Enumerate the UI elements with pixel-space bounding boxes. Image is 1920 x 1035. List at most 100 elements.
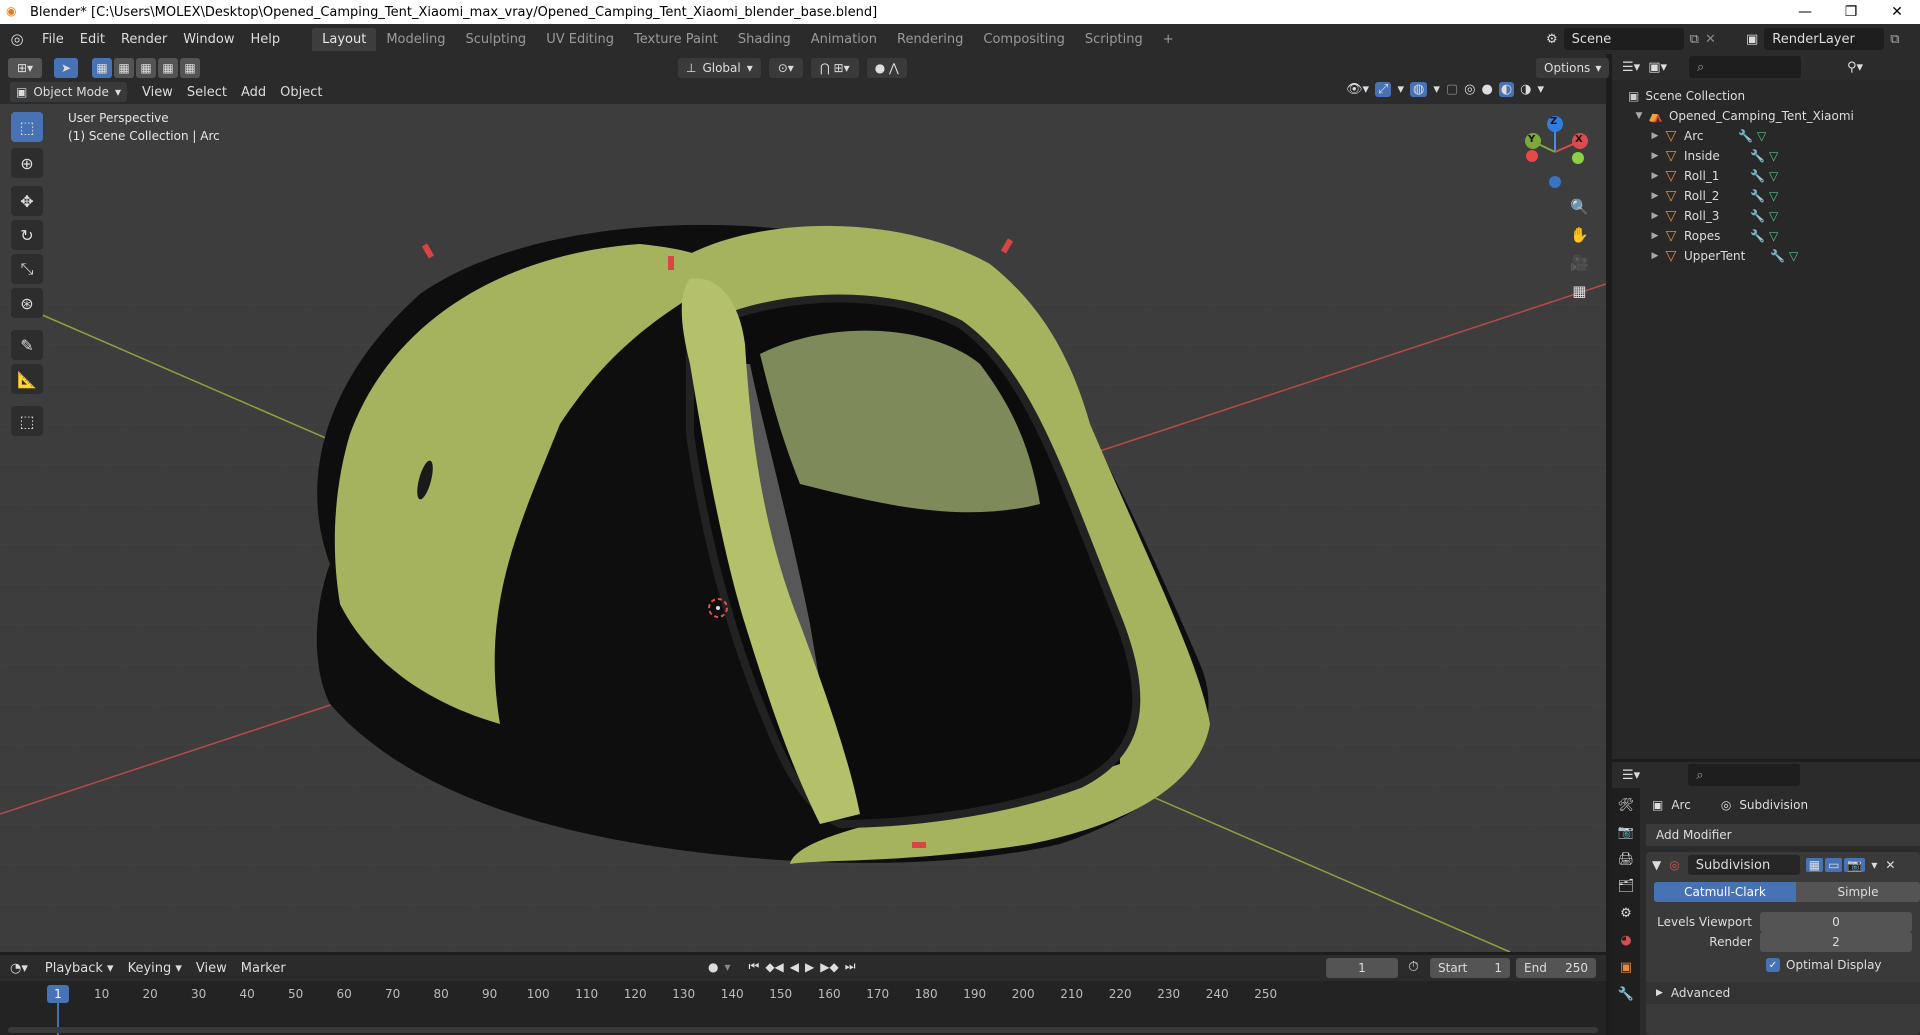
expand-right-icon[interactable]: ▶ — [1648, 151, 1662, 161]
xray-toggle-icon[interactable]: ▢ — [1446, 82, 1458, 97]
tab-scripting[interactable]: Scripting — [1075, 28, 1153, 51]
timeline-editor-icon[interactable]: ◔▾ — [10, 961, 28, 976]
expand-right-icon[interactable]: ▶ — [1648, 211, 1662, 221]
expand-right-icon[interactable]: ▶ — [1648, 131, 1662, 141]
expand-right-icon[interactable]: ▶ — [1648, 251, 1662, 261]
tab-rendering[interactable]: Rendering — [887, 28, 973, 51]
pan-hand-icon[interactable]: ✋ — [1570, 226, 1589, 244]
menu-edit[interactable]: Edit — [72, 32, 113, 47]
outliner-item-inside[interactable]: ▶ ▽ Inside 🔧 ▽ — [1612, 146, 1920, 166]
menu-marker[interactable]: Marker — [234, 961, 293, 976]
jump-start-icon[interactable]: ⏮ — [749, 959, 760, 974]
shading-wireframe-icon[interactable]: ◎ — [1464, 82, 1475, 97]
menu-timeline-view[interactable]: View — [189, 961, 234, 976]
modifier-tab-icon[interactable]: 🔧 — [1618, 987, 1634, 1002]
select-mode-subtract-icon[interactable]: ▦ — [136, 58, 156, 78]
play-icon[interactable]: ▶ — [805, 960, 814, 974]
properties-search-input[interactable]: ⌕ — [1688, 764, 1801, 786]
annotate-tool-icon[interactable]: ✎ — [11, 330, 43, 360]
mesh-data-icon[interactable]: ▽ — [1789, 249, 1798, 263]
display-mode-icon[interactable]: ▣▾ — [1648, 60, 1667, 75]
menu-playback[interactable]: Playback ▾ — [38, 961, 121, 976]
mesh-data-icon[interactable]: ▽ — [1769, 169, 1778, 183]
modifier-wrench-icon[interactable]: 🔧 — [1750, 229, 1765, 243]
menu-render[interactable]: Render — [113, 32, 175, 47]
mesh-data-icon[interactable]: ▽ — [1769, 189, 1778, 203]
tab-texture-paint[interactable]: Texture Paint — [624, 28, 728, 51]
start-frame-field[interactable]: Start 1 — [1430, 958, 1510, 978]
shading-solid-icon[interactable]: ● — [1481, 82, 1492, 97]
tab-layout[interactable]: Layout — [312, 27, 377, 51]
cursor-tool-icon[interactable]: ⊕ — [11, 148, 43, 178]
ortho-grid-icon[interactable]: ▦ — [1572, 282, 1586, 300]
record-icon[interactable]: ● — [708, 960, 718, 974]
outliner-item-roll-2[interactable]: ▶ ▽ Roll_2 🔧 ▽ — [1612, 186, 1920, 206]
expand-right-icon[interactable]: ▶ — [1648, 231, 1662, 241]
collapse-chevron-icon[interactable]: ▼ — [1652, 858, 1661, 872]
scene-copy-icon[interactable]: ⧉ — [1690, 32, 1699, 47]
close-button[interactable]: ✕ — [1874, 0, 1920, 24]
mesh-data-icon[interactable]: ▽ — [1769, 149, 1778, 163]
select-box-tool-icon[interactable]: ⬚ — [11, 112, 43, 142]
mesh-data-icon[interactable]: ▽ — [1757, 129, 1766, 143]
outliner-row-scene-collection[interactable]: ▣ Scene Collection — [1612, 86, 1920, 106]
move-tool-icon[interactable]: ✥ — [11, 186, 43, 216]
3d-viewport[interactable]: ⬚ ⊕ ✥ ↻ ⤡ ⊛ ✎ 📐 ⬚ User Perspective (1) S… — [0, 104, 1606, 952]
gizmo-toggle-icon[interactable]: ⤢ — [1375, 82, 1392, 97]
tab-simple[interactable]: Simple — [1796, 882, 1920, 902]
output-tab-icon[interactable]: 🖨 — [1618, 852, 1635, 867]
outliner-row-collection[interactable]: ▼ ⛺ Opened_Camping_Tent_Xiaomi — [1612, 106, 1920, 126]
next-keyframe-icon[interactable]: ▶◆ — [820, 960, 838, 974]
rotate-tool-icon[interactable]: ↻ — [11, 220, 43, 250]
select-mode-invert-icon[interactable]: ▦ — [158, 58, 178, 78]
filter-icon[interactable]: ⚲▾ — [1847, 60, 1863, 75]
outliner-item-uppertent[interactable]: ▶ ▽ UpperTent 🔧 ▽ — [1612, 246, 1920, 266]
select-mode-new-icon[interactable]: ▦ — [92, 58, 112, 78]
shading-material-icon[interactable]: ◐ — [1498, 82, 1515, 97]
object-mode-dropdown[interactable]: ▣ Object Mode ▾ — [10, 82, 127, 102]
overlay-chevron-icon[interactable]: ▾ — [1433, 82, 1440, 97]
modifier-wrench-icon[interactable]: 🔧 — [1750, 209, 1765, 223]
transform-tool-icon[interactable]: ⊛ — [11, 288, 43, 318]
outliner-item-roll-3[interactable]: ▶ ▽ Roll_3 🔧 ▽ — [1612, 206, 1920, 226]
play-reverse-icon[interactable]: ◀ — [790, 960, 799, 974]
snap-button[interactable]: ⋂ ⊞▾ — [810, 58, 859, 78]
expand-right-icon[interactable]: ▶ — [1648, 191, 1662, 201]
shading-chevron-icon[interactable]: ▾ — [1538, 82, 1545, 97]
render-layer-copy-icon[interactable]: ⧉ — [1890, 32, 1899, 47]
add-cube-tool-icon[interactable]: ⬚ — [11, 406, 43, 436]
add-modifier-button[interactable]: Add Modifier — [1646, 824, 1920, 846]
measure-tool-icon[interactable]: 📐 — [11, 364, 43, 394]
proportional-edit-button[interactable]: ● ⋀ — [866, 58, 907, 78]
delete-modifier-icon[interactable]: ✕ — [1885, 858, 1895, 872]
minimize-button[interactable]: — — [1782, 0, 1828, 24]
transform-orientation-dropdown[interactable]: ⊥ Global ▾ — [678, 58, 761, 78]
modifier-menu-icon[interactable]: ▾ — [1871, 858, 1877, 872]
camera-view-icon[interactable]: 🎥 — [1570, 254, 1589, 272]
mesh-data-icon[interactable]: ▽ — [1769, 229, 1778, 243]
render-layer-selector[interactable]: RenderLayer — [1764, 28, 1885, 50]
viewport-display-toggle-icon[interactable]: ▭ — [1825, 858, 1843, 872]
jump-end-icon[interactable]: ⏭ — [845, 959, 856, 974]
tab-animation[interactable]: Animation — [801, 28, 887, 51]
options-dropdown[interactable]: Options ▾ — [1536, 58, 1610, 78]
current-frame-field[interactable]: 1 — [1326, 958, 1398, 978]
modifier-wrench-icon[interactable]: 🔧 — [1738, 129, 1753, 143]
menu-add[interactable]: Add — [234, 85, 273, 100]
modifier-wrench-icon[interactable]: 🔧 — [1750, 189, 1765, 203]
render-levels-field[interactable]: 2 — [1760, 932, 1912, 952]
outliner-search-input[interactable]: ⌕ — [1689, 56, 1801, 78]
menu-file[interactable]: File — [34, 32, 72, 47]
select-mode-extend-icon[interactable]: ▦ — [114, 58, 134, 78]
object-tab-icon[interactable]: ▣ — [1620, 960, 1632, 975]
view-layer-tab-icon[interactable]: 🗂 — [1618, 879, 1635, 894]
render-layer-icon[interactable]: ▣ — [1746, 32, 1758, 47]
modifier-wrench-icon[interactable]: 🔧 — [1750, 149, 1765, 163]
expand-down-icon[interactable]: ▼ — [1632, 111, 1646, 121]
overlay-toggle-icon[interactable]: ◍ — [1409, 82, 1428, 97]
editor-type-button[interactable]: ⊞▾ — [8, 58, 42, 78]
modifier-wrench-icon[interactable]: 🔧 — [1770, 249, 1785, 263]
menu-object[interactable]: Object — [273, 85, 329, 100]
render-tab-icon[interactable]: 📷 — [1618, 825, 1634, 840]
record-chevron-icon[interactable]: ▾ — [724, 960, 730, 974]
